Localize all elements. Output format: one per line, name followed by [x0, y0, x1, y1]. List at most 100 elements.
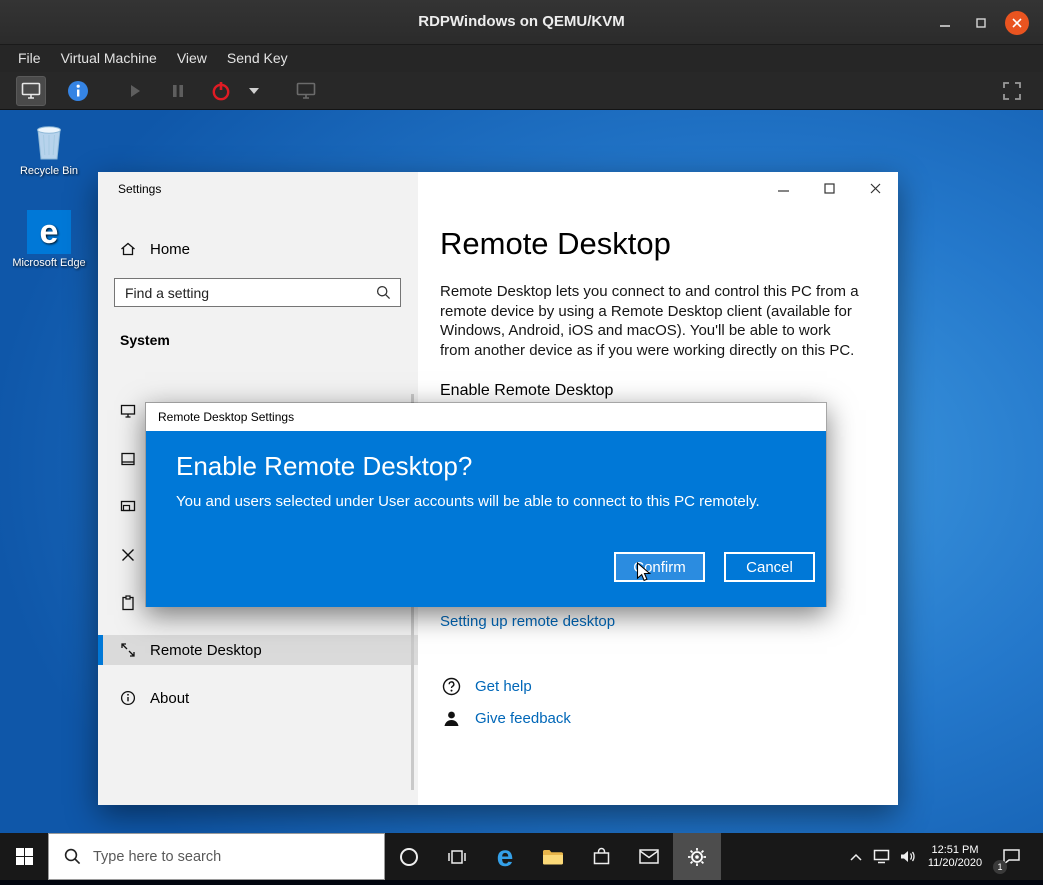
secondary-display-button[interactable]: [291, 76, 321, 106]
shutdown-menu-caret[interactable]: [243, 76, 265, 106]
clock-date: 11/20/2020: [928, 857, 982, 870]
settings-window-controls: [760, 172, 898, 204]
taskbar-search-box: [48, 833, 385, 880]
run-button[interactable]: [120, 76, 150, 106]
display-icon: [120, 403, 136, 419]
speaker-icon: [899, 849, 916, 864]
desktop-icon-label: Microsoft Edge: [8, 257, 90, 269]
info-icon: [67, 80, 89, 102]
network-icon: [873, 849, 890, 864]
cortana-button[interactable]: [385, 833, 433, 880]
remote-desktop-dialog: Remote Desktop Settings Enable Remote De…: [145, 402, 827, 607]
settings-window-title: Settings: [118, 182, 161, 196]
menu-virtual-machine[interactable]: Virtual Machine: [51, 45, 167, 72]
info-circle-icon: [120, 690, 136, 706]
file-explorer-button[interactable]: [529, 833, 577, 880]
hardware-details-button[interactable]: [63, 76, 93, 106]
pause-button[interactable]: [163, 76, 193, 106]
power-icon: [210, 80, 232, 102]
pause-icon: [171, 84, 185, 98]
file-explorer-icon: [542, 848, 564, 866]
display-icon: [296, 82, 316, 100]
settings-maximize-button[interactable]: [806, 172, 852, 204]
mail-button[interactable]: [625, 833, 673, 880]
enable-remote-desktop-label: Enable Remote Desktop: [440, 382, 613, 400]
sidebar-item-about[interactable]: About: [98, 683, 418, 713]
settings-search-input[interactable]: [115, 285, 376, 301]
confirm-button[interactable]: Confirm: [614, 552, 705, 582]
play-icon: [127, 83, 143, 99]
maximize-icon: [975, 17, 987, 29]
action-center-button[interactable]: 1: [991, 833, 1031, 880]
minimize-icon: [939, 17, 951, 29]
menu-view[interactable]: View: [167, 45, 217, 72]
remote-desktop-icon: [120, 642, 136, 658]
settings-minimize-button[interactable]: [760, 172, 806, 204]
sidebar-item-label: Remote Desktop: [150, 642, 262, 659]
give-feedback-row[interactable]: Give feedback: [442, 709, 571, 728]
tray-volume-button[interactable]: [895, 833, 919, 880]
clock-time: 12:51 PM: [931, 844, 978, 857]
minimize-icon: [778, 183, 789, 194]
desktop-icon-microsoft-edge[interactable]: e Microsoft Edge: [8, 210, 90, 269]
sidebar-section-label: System: [120, 332, 170, 348]
close-icon: [1011, 17, 1023, 29]
edge-icon: e: [8, 210, 90, 254]
store-button[interactable]: [577, 833, 625, 880]
sidebar-item-home[interactable]: Home: [98, 234, 418, 264]
setting-up-remote-desktop-link[interactable]: Setting up remote desktop: [440, 613, 615, 630]
sidebar-item-label: About: [150, 690, 189, 707]
taskbar-settings-button[interactable]: [673, 833, 721, 880]
vm-desktop: Recycle Bin e Microsoft Edge Settings Ho…: [0, 110, 1043, 885]
viewer-toolbar: [0, 72, 1043, 110]
tray-chevron-button[interactable]: [845, 833, 867, 880]
tray-clock[interactable]: 12:51 PM 11/20/2020: [921, 833, 989, 880]
caret-down-icon: [249, 88, 259, 95]
dialog-message: You and users selected under User accoun…: [176, 493, 760, 510]
settings-close-button[interactable]: [852, 172, 898, 204]
fullscreen-button[interactable]: [997, 76, 1027, 106]
maximize-icon: [824, 183, 835, 194]
desktop-icon-recycle-bin[interactable]: Recycle Bin: [8, 120, 90, 177]
notification-badge: 1: [993, 860, 1007, 874]
feedback-icon: [442, 709, 461, 728]
start-button[interactable]: [0, 833, 48, 880]
viewer-close-button[interactable]: [1005, 11, 1029, 35]
help-icon: [442, 677, 461, 696]
viewer-maximize-button[interactable]: [969, 11, 993, 35]
settings-search-box: [114, 278, 401, 307]
get-help-row[interactable]: Get help: [442, 677, 532, 696]
give-feedback-link[interactable]: Give feedback: [475, 710, 571, 727]
menu-file[interactable]: File: [8, 45, 51, 72]
close-icon: [870, 183, 881, 194]
house-icon: [120, 241, 136, 257]
sidebar-item-remote-desktop[interactable]: Remote Desktop: [98, 635, 418, 665]
recycle-bin-icon: [8, 120, 90, 162]
tray-network-button[interactable]: [869, 833, 893, 880]
search-icon: [376, 285, 391, 300]
taskbar-search-input[interactable]: [93, 849, 384, 865]
viewer-minimize-button[interactable]: [933, 11, 957, 35]
console-display-button[interactable]: [16, 76, 46, 106]
menu-send-key[interactable]: Send Key: [217, 45, 298, 72]
cancel-button[interactable]: Cancel: [724, 552, 815, 582]
taskbar-edge-button[interactable]: e: [481, 833, 529, 880]
shutdown-button[interactable]: [206, 76, 236, 106]
chevron-up-icon: [850, 853, 862, 861]
mail-icon: [639, 849, 659, 864]
task-view-icon: [447, 849, 467, 865]
sidebar-item-label: Home: [150, 241, 190, 258]
clipboard-icon: [120, 595, 136, 611]
desktop-icon-label: Recycle Bin: [8, 165, 90, 177]
viewer-menubar: File Virtual Machine View Send Key: [0, 45, 1043, 72]
get-help-link[interactable]: Get help: [475, 678, 532, 695]
display-icon: [21, 82, 41, 100]
page-description: Remote Desktop lets you connect to and c…: [440, 282, 864, 360]
selected-accent-bar: [98, 635, 103, 665]
cortana-icon: [399, 847, 419, 867]
gear-icon: [687, 847, 707, 867]
task-view-button[interactable]: [433, 833, 481, 880]
dialog-body: Enable Remote Desktop? You and users sel…: [146, 431, 826, 607]
dialog-titlebar: Remote Desktop Settings: [146, 403, 826, 431]
tablet-icon: [120, 451, 136, 467]
